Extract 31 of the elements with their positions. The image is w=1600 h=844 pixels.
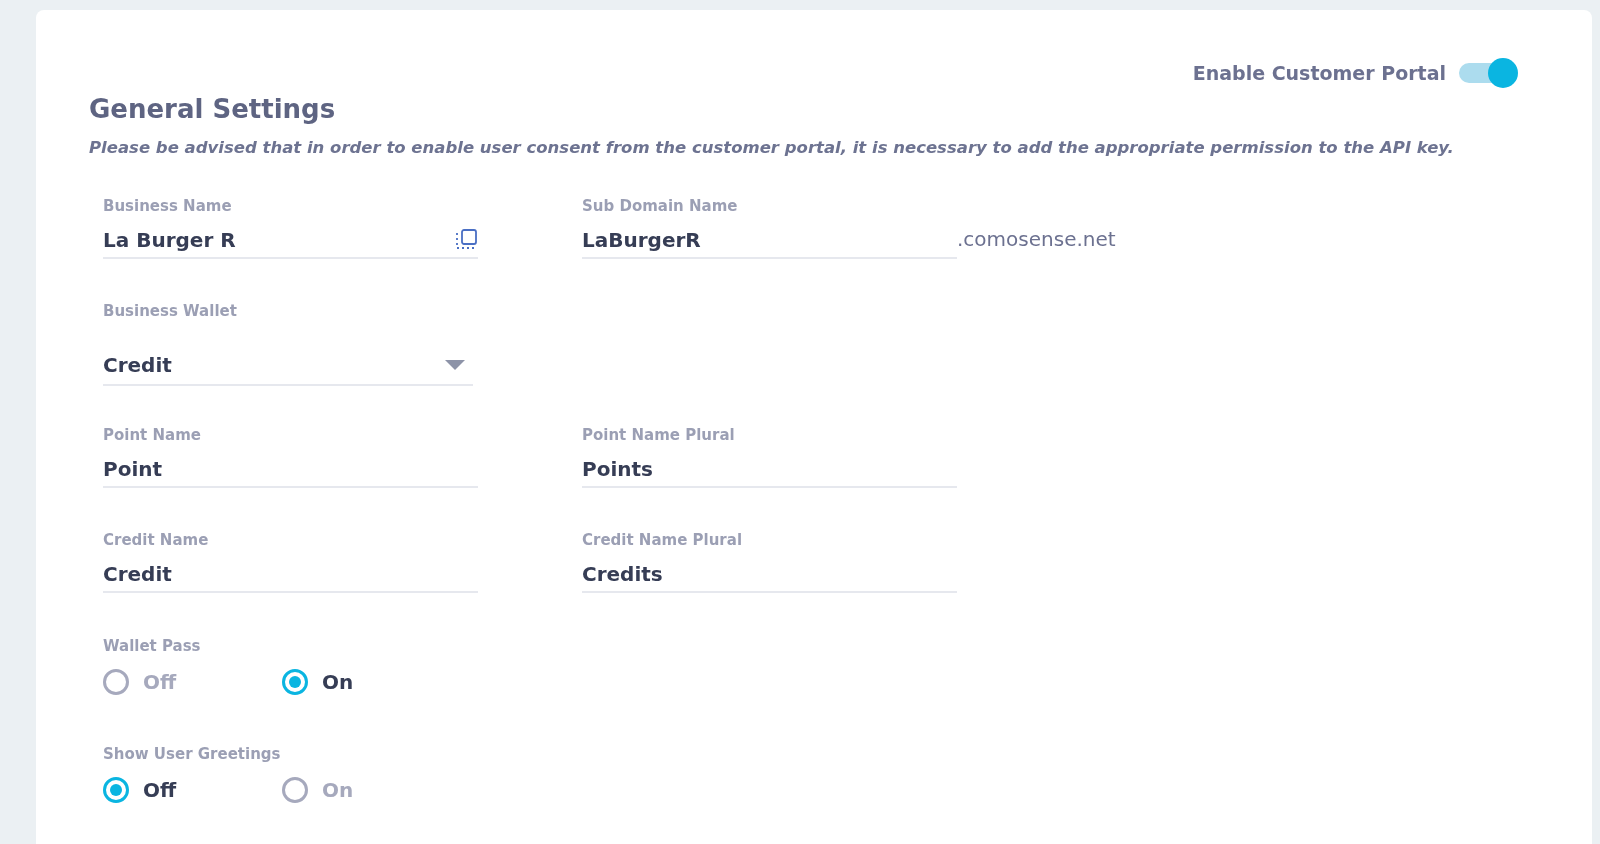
copy-icon[interactable] [454,228,478,252]
radio-button[interactable] [282,669,308,695]
radio-button[interactable] [103,777,129,803]
section-title: General Settings [89,94,337,124]
input-field[interactable]: Credit [103,557,478,593]
caret-icon [445,360,465,370]
radio-label: Off [143,670,177,694]
input-field[interactable]: LaBurgerR [582,223,957,259]
radio-group-label: Show User Greetings [103,745,281,763]
wallet-dropdown[interactable]: Credit [103,346,473,386]
radio-label: On [322,670,354,694]
radio-group-label: Wallet Pass [103,637,201,655]
radio-button[interactable] [103,669,129,695]
field-label: Credit Name Plural [582,531,744,549]
domain-suffix: .comosense.net [957,227,1116,251]
field-label: Point Name Plural [582,426,736,444]
input-field[interactable]: La Burger R [103,223,478,259]
portal-toggle[interactable] [1458,58,1518,88]
input-field[interactable]: Credits [582,557,957,593]
field-label: Point Name [103,426,202,444]
radio-button[interactable] [282,777,308,803]
field-label: Business Wallet [103,302,238,320]
radio-label: On [322,778,354,802]
toggle-label: Enable Customer Portal [1192,62,1446,84]
field-label: Sub Domain Name [582,197,739,215]
field-label: Credit Name [103,531,210,549]
input-field[interactable]: Points [582,452,957,488]
notice-text: Please be advised that in order to enable user consent from the customer portal, it is necessary to add the appropriate permission to the API key. [89,138,1455,157]
radio-label: Off [143,778,177,802]
field-label: Business Name [103,197,233,215]
input-field[interactable]: Point [103,452,478,488]
